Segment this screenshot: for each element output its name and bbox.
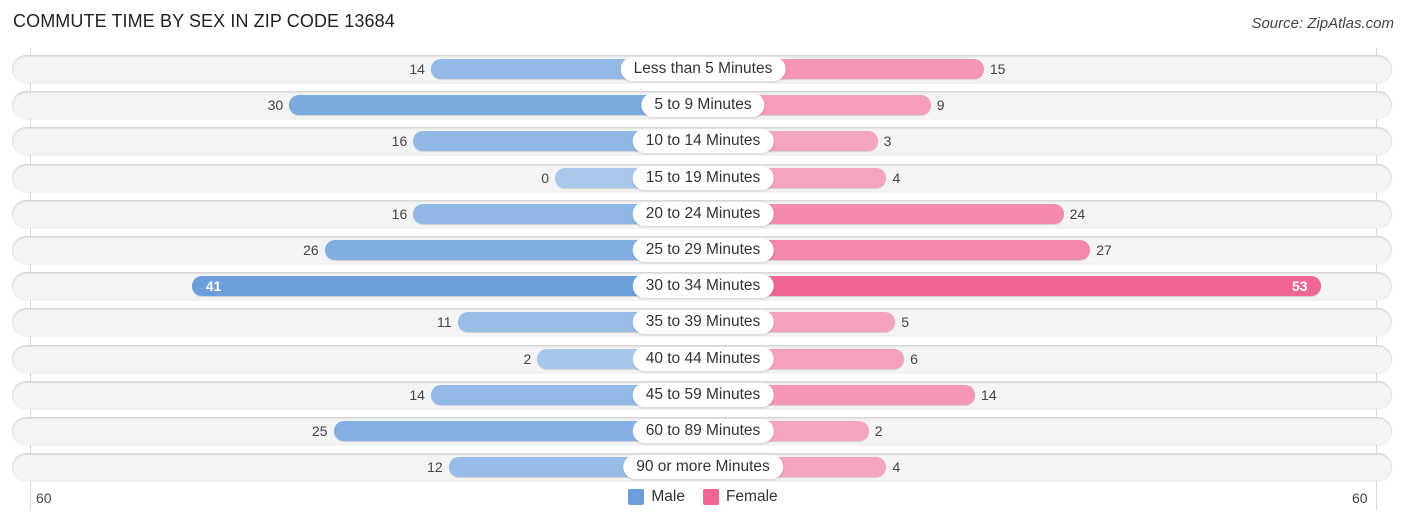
- value-label-female: 3: [883, 133, 892, 149]
- value-label-male: 14: [409, 387, 425, 403]
- legend-label-male: Male: [651, 488, 685, 505]
- category-label: 60 to 89 Minutes: [632, 419, 774, 443]
- value-label-female: 6: [910, 351, 918, 367]
- legend-item-female[interactable]: Female: [702, 488, 778, 506]
- category-label: 25 to 29 Minutes: [632, 238, 774, 262]
- value-label-male: 14: [409, 61, 425, 77]
- legend: Male Female: [0, 488, 1406, 506]
- value-label-female: 15: [989, 61, 1006, 77]
- legend-label-female: Female: [725, 488, 778, 505]
- category-label: 15 to 19 Minutes: [632, 166, 774, 190]
- value-label-male: 41: [205, 278, 222, 294]
- value-label-female: 27: [1096, 242, 1112, 258]
- value-label-male: 16: [391, 133, 408, 149]
- value-label-female: 4: [892, 170, 901, 186]
- legend-swatch-male: [628, 489, 645, 505]
- value-label-female: 9: [936, 97, 945, 113]
- value-label-male: 11: [437, 314, 452, 330]
- value-label-male: 16: [391, 206, 408, 222]
- value-label-female: 2: [874, 423, 883, 439]
- category-label: 35 to 39 Minutes: [632, 310, 774, 334]
- category-label: 90 or more Minutes: [623, 455, 783, 479]
- value-label-male: 0: [541, 170, 549, 186]
- value-label-female: 53: [1292, 278, 1308, 294]
- value-label-female: 24: [1069, 206, 1086, 222]
- legend-swatch-female: [702, 489, 719, 505]
- category-label: 45 to 59 Minutes: [632, 383, 774, 407]
- chart-area: 14 15 Less than 5 Minutes 30 9 5 to 9 Minutes…: [0, 0, 1406, 523]
- value-label-female: 5: [901, 314, 910, 330]
- value-label-male: 12: [427, 459, 443, 475]
- bar-female[interactable]: [703, 276, 1321, 296]
- category-label: Less than 5 Minutes: [620, 57, 786, 81]
- value-label-female: 14: [981, 387, 997, 403]
- category-label: 20 to 24 Minutes: [632, 202, 774, 226]
- category-label: 5 to 9 Minutes: [641, 93, 765, 117]
- category-label: 30 to 34 Minutes: [632, 274, 774, 298]
- category-label: 40 to 44 Minutes: [632, 347, 774, 371]
- category-label: 10 to 14 Minutes: [632, 129, 774, 153]
- bar-male[interactable]: [191, 276, 703, 296]
- value-label-male: 25: [311, 423, 328, 439]
- value-label-male: 26: [303, 242, 319, 258]
- legend-item-male[interactable]: Male: [628, 488, 685, 506]
- value-label-male: 2: [523, 351, 532, 367]
- value-label-female: 4: [892, 459, 901, 475]
- value-label-male: 30: [267, 97, 284, 113]
